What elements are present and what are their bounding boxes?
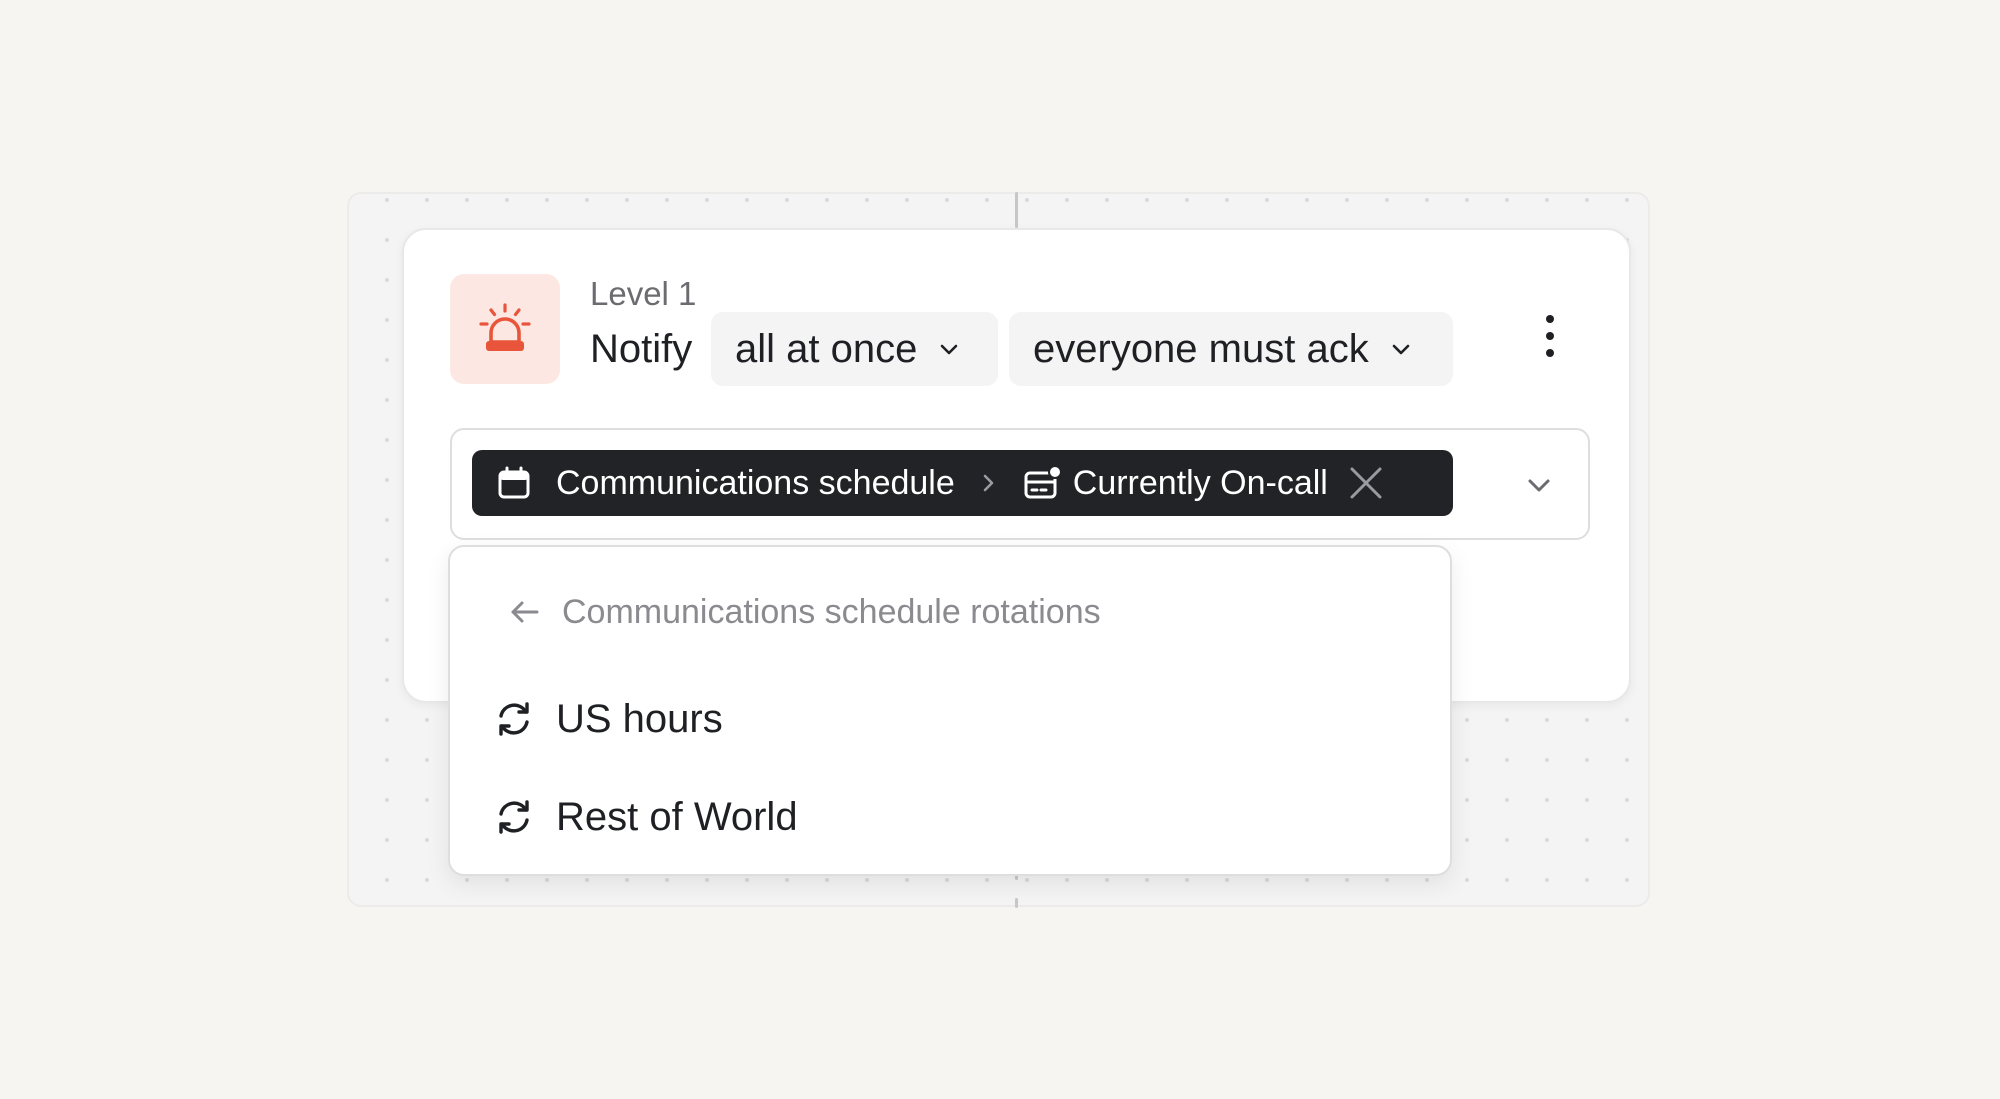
calendar-icon [496,465,532,501]
on-call-label: Currently On-call [1072,463,1328,502]
chevron-down-icon [1389,337,1413,361]
level-title: Level 1 [590,275,697,312]
notify-label: Notify [590,327,693,371]
connector-line-top [1015,192,1018,228]
more-vertical-icon [1546,315,1554,357]
selected-target-chip[interactable]: Communications schedule Currently On-cal… [472,450,1453,516]
rotation-icon [494,797,534,837]
chevron-down-icon[interactable] [1524,470,1554,500]
arrow-left-icon [508,598,540,626]
schedule-name: Communications schedule [556,463,955,502]
chevron-down-icon [937,337,961,361]
level-icon-container [450,274,560,384]
dropdown-back-header[interactable]: Communications schedule rotations [508,587,1101,637]
remove-target-button[interactable] [1348,465,1384,501]
more-options-button[interactable] [1530,306,1570,366]
rotations-dropdown: Communications schedule rotations US hou… [448,545,1452,876]
on-call-icon [1023,465,1061,501]
rotation-option-rest-of-world[interactable]: Rest of World [494,787,798,847]
rotation-icon [494,699,534,739]
rotation-option-us-hours[interactable]: US hours [494,689,723,749]
notify-mode-value: all at once [735,326,918,371]
rotation-option-label: Rest of World [556,794,798,839]
ack-rule-select[interactable]: everyone must ack [1009,312,1453,386]
notify-target-select[interactable]: Communications schedule Currently On-cal… [450,428,1590,540]
rotation-option-label: US hours [556,696,723,741]
ack-rule-value: everyone must ack [1033,326,1369,371]
close-icon [1350,467,1382,499]
siren-icon [479,303,531,351]
connector-line-bottom-end [1015,898,1018,908]
chevron-right-icon [979,471,999,495]
notify-mode-select[interactable]: all at once [711,312,998,386]
dropdown-header-label: Communications schedule rotations [562,592,1101,631]
